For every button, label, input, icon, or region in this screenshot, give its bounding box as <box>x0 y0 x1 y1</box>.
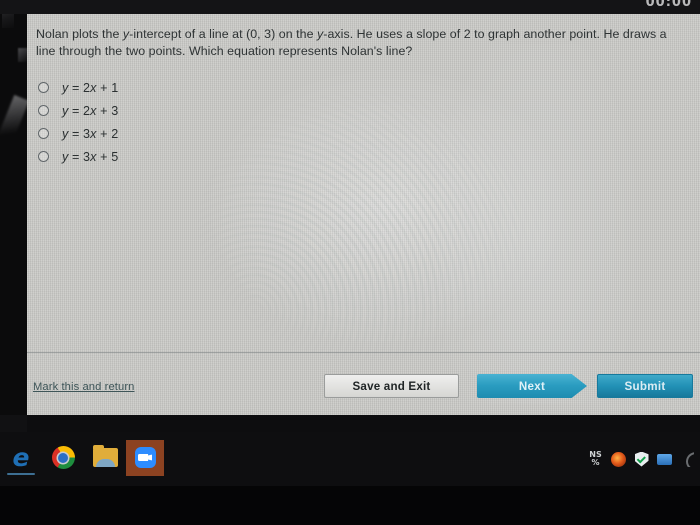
fire-icon <box>611 451 626 467</box>
video-camera-icon <box>134 447 156 468</box>
display-icon <box>657 453 672 465</box>
choice-b-operator: = 2 <box>68 103 91 118</box>
network-status-glyph: NS % <box>589 451 601 467</box>
folder-icon <box>92 445 118 467</box>
chrome-icon <box>51 446 75 469</box>
photographed-screen: 00:00 Nolan plots the y-intercept of a l… <box>0 0 700 525</box>
save-and-exit-button[interactable]: Save and Exit <box>324 374 459 398</box>
answer-choice-d-label: y = 3x + 5 <box>62 150 118 164</box>
taskbar-app-buttons: e <box>0 432 164 486</box>
desktop-background-gap <box>27 415 700 432</box>
bezel-reflection-streak <box>0 94 30 150</box>
question-segment-1: Nolan plots the <box>36 27 123 41</box>
question-text: Nolan plots the y-intercept of a line at… <box>36 26 684 60</box>
radio-button-icon[interactable] <box>38 82 49 93</box>
tray-fire-app-icon[interactable] <box>610 451 627 468</box>
radio-button-icon[interactable] <box>38 128 49 139</box>
choice-d-constant: + 5 <box>96 149 119 164</box>
quiz-action-bar: Mark this and return Save and Exit Next … <box>27 353 700 415</box>
answer-choice-list: y = 2x + 1 y = 2x + 3 y = 3x + 2 y = 3x … <box>38 76 338 168</box>
top-strip: 00:00 <box>0 0 700 14</box>
choice-a-operator: = 2 <box>68 80 91 95</box>
submit-button[interactable]: Submit <box>597 374 693 398</box>
answer-choice-c-label: y = 3x + 2 <box>62 127 118 141</box>
system-tray: NS % <box>587 432 698 486</box>
answer-choice-a[interactable]: y = 2x + 1 <box>38 76 338 99</box>
answer-choice-b[interactable]: y = 2x + 3 <box>38 99 338 122</box>
choice-c-constant: + 2 <box>96 126 119 141</box>
taskbar-item-file-explorer[interactable] <box>84 437 126 479</box>
answer-choice-b-label: y = 2x + 3 <box>62 104 118 118</box>
edge-icon: e <box>12 443 30 472</box>
network-status-sub: % <box>591 458 600 467</box>
answer-choice-a-label: y = 2x + 1 <box>62 81 118 95</box>
shield-icon <box>634 451 649 467</box>
answer-choice-c[interactable]: y = 3x + 2 <box>38 122 338 145</box>
answer-choice-d[interactable]: y = 3x + 5 <box>38 145 338 168</box>
choice-d-operator: = 3 <box>68 149 91 164</box>
taskbar-item-microsoft-edge[interactable]: e <box>0 437 42 479</box>
radio-button-icon[interactable] <box>38 151 49 162</box>
choice-a-constant: + 1 <box>96 80 119 95</box>
tray-edge-partial-icon[interactable] <box>679 451 696 468</box>
question-segment-2: -intercept of a line at (0, 3) on the <box>129 27 318 41</box>
tray-windows-security-icon[interactable] <box>633 451 650 468</box>
radio-button-icon[interactable] <box>38 105 49 116</box>
tray-network-status-icon[interactable]: NS % <box>587 451 604 468</box>
quiz-page: Nolan plots the y-intercept of a line at… <box>27 14 700 415</box>
choice-c-operator: = 3 <box>68 126 91 141</box>
mark-this-and-return-link[interactable]: Mark this and return <box>33 381 135 393</box>
taskbar-item-google-chrome[interactable] <box>42 437 84 479</box>
tray-display-icon[interactable] <box>656 451 673 468</box>
choice-b-constant: + 3 <box>96 103 119 118</box>
quiz-timer: 00:00 <box>646 0 692 7</box>
windows-taskbar: e NS % <box>0 432 700 486</box>
desk-surface-band <box>0 486 700 525</box>
taskbar-item-zoom[interactable] <box>126 439 164 476</box>
edge-partial-icon <box>682 452 694 467</box>
next-button[interactable]: Next <box>477 374 587 398</box>
